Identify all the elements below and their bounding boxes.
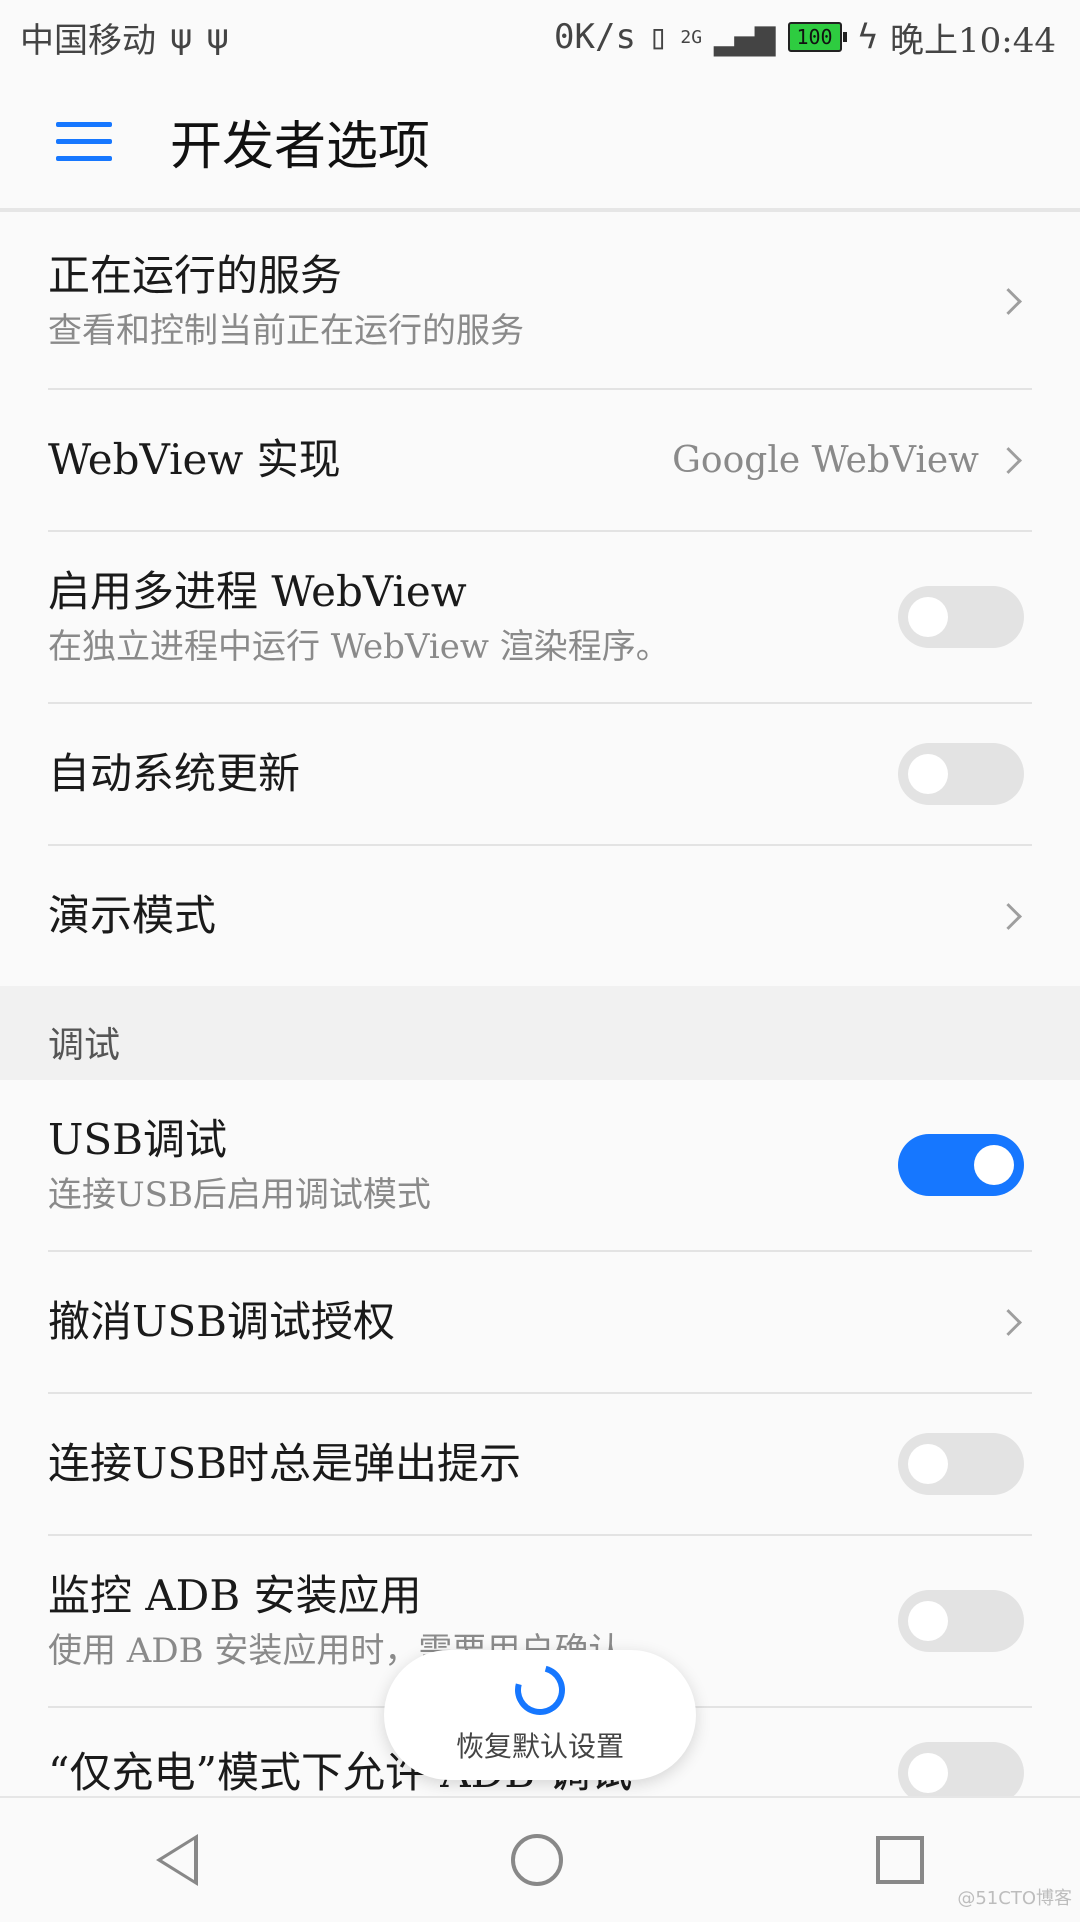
item-title: 正在运行的服务 — [48, 251, 343, 300]
toggle-knob — [908, 1444, 948, 1484]
restore-defaults-label: 恢复默认设置 — [455, 1730, 624, 1763]
list-item-usb-debugging[interactable]: USB调试 连接USB后启用调试模式 — [48, 1080, 1032, 1252]
list-item-webview-impl[interactable]: WebView 实现 Google WebView — [48, 390, 1032, 532]
toggle-knob — [908, 1601, 948, 1641]
signal-icon: ▂▄▆ — [714, 17, 776, 57]
item-title: 演示模式 — [48, 891, 217, 940]
restore-defaults-button[interactable]: 恢复默认设置 — [384, 1650, 696, 1780]
watermark: @51CTO博客 — [957, 1888, 1072, 1909]
item-title: 自动系统更新 — [48, 749, 301, 798]
refresh-icon — [505, 1655, 575, 1725]
section-header-debug: 调试 — [0, 986, 1080, 1080]
list-item-usb-prompt[interactable]: 连接USB时总是弹出提示 — [48, 1394, 1032, 1536]
item-subtitle: 查看和控制当前正在运行的服务 — [48, 311, 524, 351]
home-icon[interactable] — [510, 1834, 563, 1886]
item-subtitle: 在独立进程中运行 WebView 渲染程序。 — [48, 627, 670, 667]
item-title: USB调试 — [48, 1115, 228, 1164]
app-bar: 开发者选项 — [0, 74, 1080, 212]
toggle-switch[interactable] — [898, 1590, 1024, 1652]
carrier-label: 中国移动 — [20, 20, 156, 61]
item-title: WebView 实现 — [48, 435, 341, 484]
usb-icon: ψ — [170, 17, 193, 57]
chevron-right-icon — [995, 287, 1022, 315]
net-speed: 0K/s — [554, 17, 636, 57]
back-icon[interactable] — [156, 1834, 199, 1886]
settings-list: 正在运行的服务 查看和控制当前正在运行的服务 WebView 实现 Google… — [0, 214, 1080, 1838]
list-item-auto-system-update[interactable]: 自动系统更新 — [48, 704, 1032, 846]
item-title: 撤消USB调试授权 — [48, 1297, 396, 1346]
list-item-revoke-usb-auth[interactable]: 撤消USB调试授权 — [48, 1252, 1032, 1394]
list-item-demo-mode[interactable]: 演示模式 — [48, 846, 1032, 986]
chevron-right-icon — [995, 446, 1022, 474]
chevron-right-icon — [995, 1308, 1022, 1336]
list-item-running-services[interactable]: 正在运行的服务 查看和控制当前正在运行的服务 — [48, 214, 1032, 390]
item-value: Google WebView — [672, 439, 979, 481]
item-title: 启用多进程 WebView — [48, 567, 467, 616]
navigation-bar — [0, 1796, 1080, 1922]
toggle-knob — [908, 1753, 948, 1793]
toggle-switch[interactable] — [898, 1134, 1024, 1196]
usb-debug-icon: ψ — [206, 17, 229, 57]
status-bar: 中国移动 ψ ψ 0K/s ▯ 2G ▂▄▆ 100 ϟ 晚上10:44 — [0, 0, 1080, 74]
toggle-knob — [908, 754, 948, 794]
charging-icon: ϟ — [857, 17, 879, 57]
toggle-switch[interactable] — [898, 1742, 1024, 1804]
recents-icon[interactable] — [875, 1836, 924, 1884]
menu-icon[interactable] — [56, 121, 112, 161]
chevron-right-icon — [995, 902, 1022, 930]
item-title: 连接USB时总是弹出提示 — [48, 1439, 522, 1488]
vibrate-icon: ▯ — [647, 17, 669, 57]
clock: 晚上10:44 — [890, 20, 1056, 61]
network-type: 2G — [680, 26, 703, 48]
toggle-knob — [908, 597, 948, 637]
toggle-switch[interactable] — [898, 743, 1024, 805]
item-subtitle: 连接USB后启用调试模式 — [48, 1175, 431, 1215]
battery-icon: 100 — [787, 22, 847, 52]
list-item-multiprocess-webview[interactable]: 启用多进程 WebView 在独立进程中运行 WebView 渲染程序。 — [48, 532, 1032, 704]
toggle-switch[interactable] — [898, 1433, 1024, 1495]
page-title: 开发者选项 — [170, 116, 431, 177]
item-title: 监控 ADB 安装应用 — [48, 1571, 422, 1620]
toggle-switch[interactable] — [898, 586, 1024, 648]
toggle-knob — [974, 1145, 1014, 1185]
